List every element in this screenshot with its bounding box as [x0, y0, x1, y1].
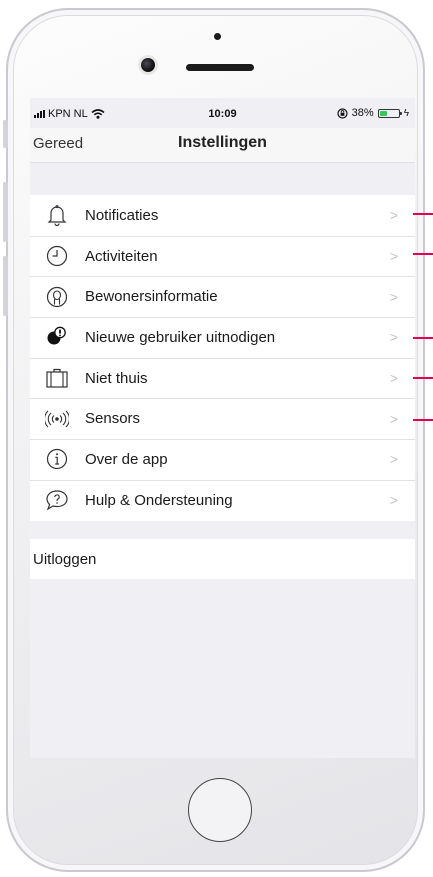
menu-item-bewonersinformatie[interactable]: Bewonersinformatie >	[30, 276, 415, 317]
bell-icon	[44, 202, 70, 228]
chevron-right-icon: >	[389, 248, 398, 265]
annotation-marker	[413, 213, 433, 215]
menu-item-niet-thuis[interactable]: Niet thuis >	[30, 357, 415, 399]
menu-item-label: Niet thuis	[85, 369, 148, 387]
annotation-marker	[413, 419, 433, 421]
battery-percentage: 38%	[351, 107, 374, 119]
page-title: Instellingen	[178, 134, 267, 151]
chevron-right-icon: >	[389, 492, 398, 509]
volume-down-button	[3, 256, 8, 316]
status-bar: KPN NL 10:09 38% ϟ	[30, 98, 415, 128]
proximity-sensor	[214, 33, 221, 40]
clock-icon	[44, 243, 70, 269]
home-button[interactable]	[188, 778, 252, 842]
settings-list: Notificaties > Activiteiten > Bewonersin…	[30, 195, 415, 521]
mute-switch	[3, 120, 8, 148]
front-camera	[141, 58, 155, 72]
menu-item-nieuwe-gebruiker[interactable]: Nieuwe gebruiker uitnodigen >	[30, 317, 415, 358]
logout-group: Uitloggen	[30, 539, 415, 579]
chevron-right-icon: >	[389, 207, 398, 224]
charging-icon: ϟ	[403, 107, 409, 119]
menu-item-label: Nieuwe gebruiker uitnodigen	[85, 328, 276, 346]
menu-item-label: Hulp & Ondersteuning	[85, 491, 233, 509]
orientation-lock-icon	[337, 107, 348, 119]
earpiece-speaker	[186, 64, 254, 71]
menu-item-activiteiten[interactable]: Activiteiten >	[30, 235, 415, 277]
menu-item-label: Activiteiten	[85, 247, 158, 265]
chevron-right-icon: >	[389, 370, 398, 387]
logout-button[interactable]: Uitloggen	[30, 539, 415, 579]
person-circle-icon	[44, 284, 70, 310]
annotation-marker	[413, 253, 433, 255]
chevron-right-icon: >	[389, 288, 398, 305]
annotation-marker	[413, 337, 433, 339]
navigation-bar: Gereed Instellingen	[30, 128, 415, 163]
logout-label: Uitloggen	[33, 550, 97, 568]
chevron-right-icon: >	[389, 329, 398, 346]
chevron-right-icon: >	[389, 410, 398, 427]
menu-item-notificaties[interactable]: Notificaties >	[30, 195, 415, 236]
battery-icon	[377, 108, 402, 118]
menu-item-over-de-app[interactable]: Over de app >	[30, 439, 415, 480]
screen: KPN NL 10:09 38% ϟ Gereed Instellingen N…	[30, 98, 415, 758]
help-chat-icon	[44, 487, 70, 513]
status-right: 38% ϟ	[337, 107, 409, 119]
menu-item-label: Bewonersinformatie	[85, 288, 218, 306]
volume-up-button	[3, 182, 8, 242]
invite-user-icon	[44, 324, 70, 350]
menu-item-label: Sensors	[85, 410, 141, 428]
sensor-signal-icon	[44, 406, 70, 432]
chevron-right-icon: >	[389, 451, 398, 468]
menu-item-sensors[interactable]: Sensors >	[30, 398, 415, 439]
annotation-marker	[413, 377, 433, 379]
info-icon	[44, 446, 70, 472]
menu-item-hulp-ondersteuning[interactable]: Hulp & Ondersteuning >	[30, 479, 415, 521]
suitcase-icon	[44, 365, 70, 391]
menu-item-label: Over de app	[85, 450, 168, 468]
menu-item-label: Notificaties	[85, 206, 159, 224]
